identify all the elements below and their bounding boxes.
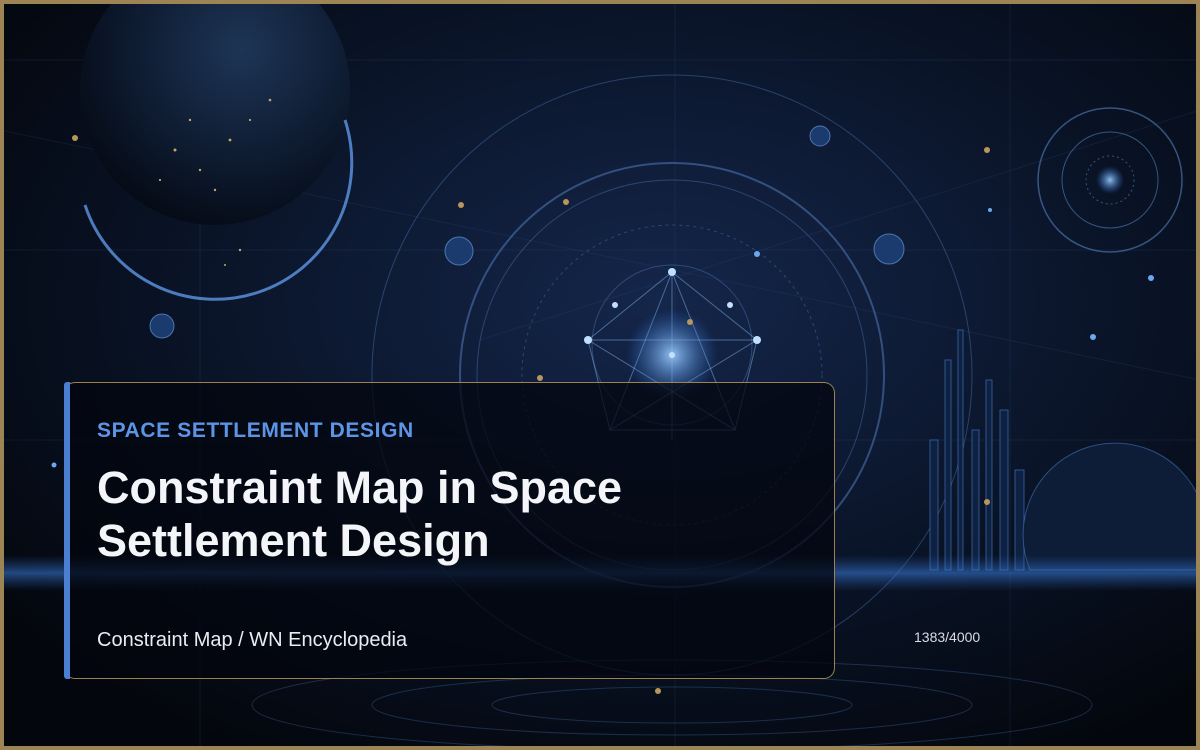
page-title: Constraint Map in Space Settlement Desig… [97,462,623,566]
accent-bar [64,382,70,679]
source-label: Constraint Map / WN Encyclopedia [97,629,408,651]
page-counter: 1383/4000 [914,629,981,645]
title-card: SPACE SETTLEMENT DESIGN Constraint Map i… [64,382,835,679]
category-label: SPACE SETTLEMENT DESIGN [97,419,414,442]
